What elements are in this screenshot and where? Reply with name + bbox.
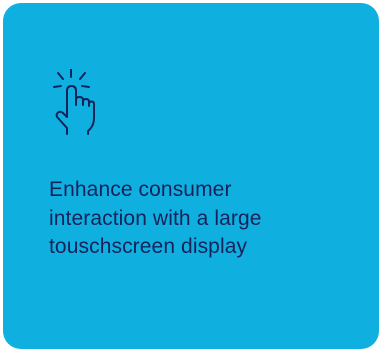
touch-tap-icon — [51, 69, 101, 139]
feature-line-2: interaction with a large — [49, 206, 262, 230]
feature-line-1: Enhance consumer — [49, 178, 232, 201]
feature-card: Enhance consumer interaction with a larg… — [3, 3, 379, 349]
feature-line-3: touschscreen display — [49, 235, 248, 258]
feature-description: Enhance consumer interaction with a larg… — [49, 176, 349, 262]
